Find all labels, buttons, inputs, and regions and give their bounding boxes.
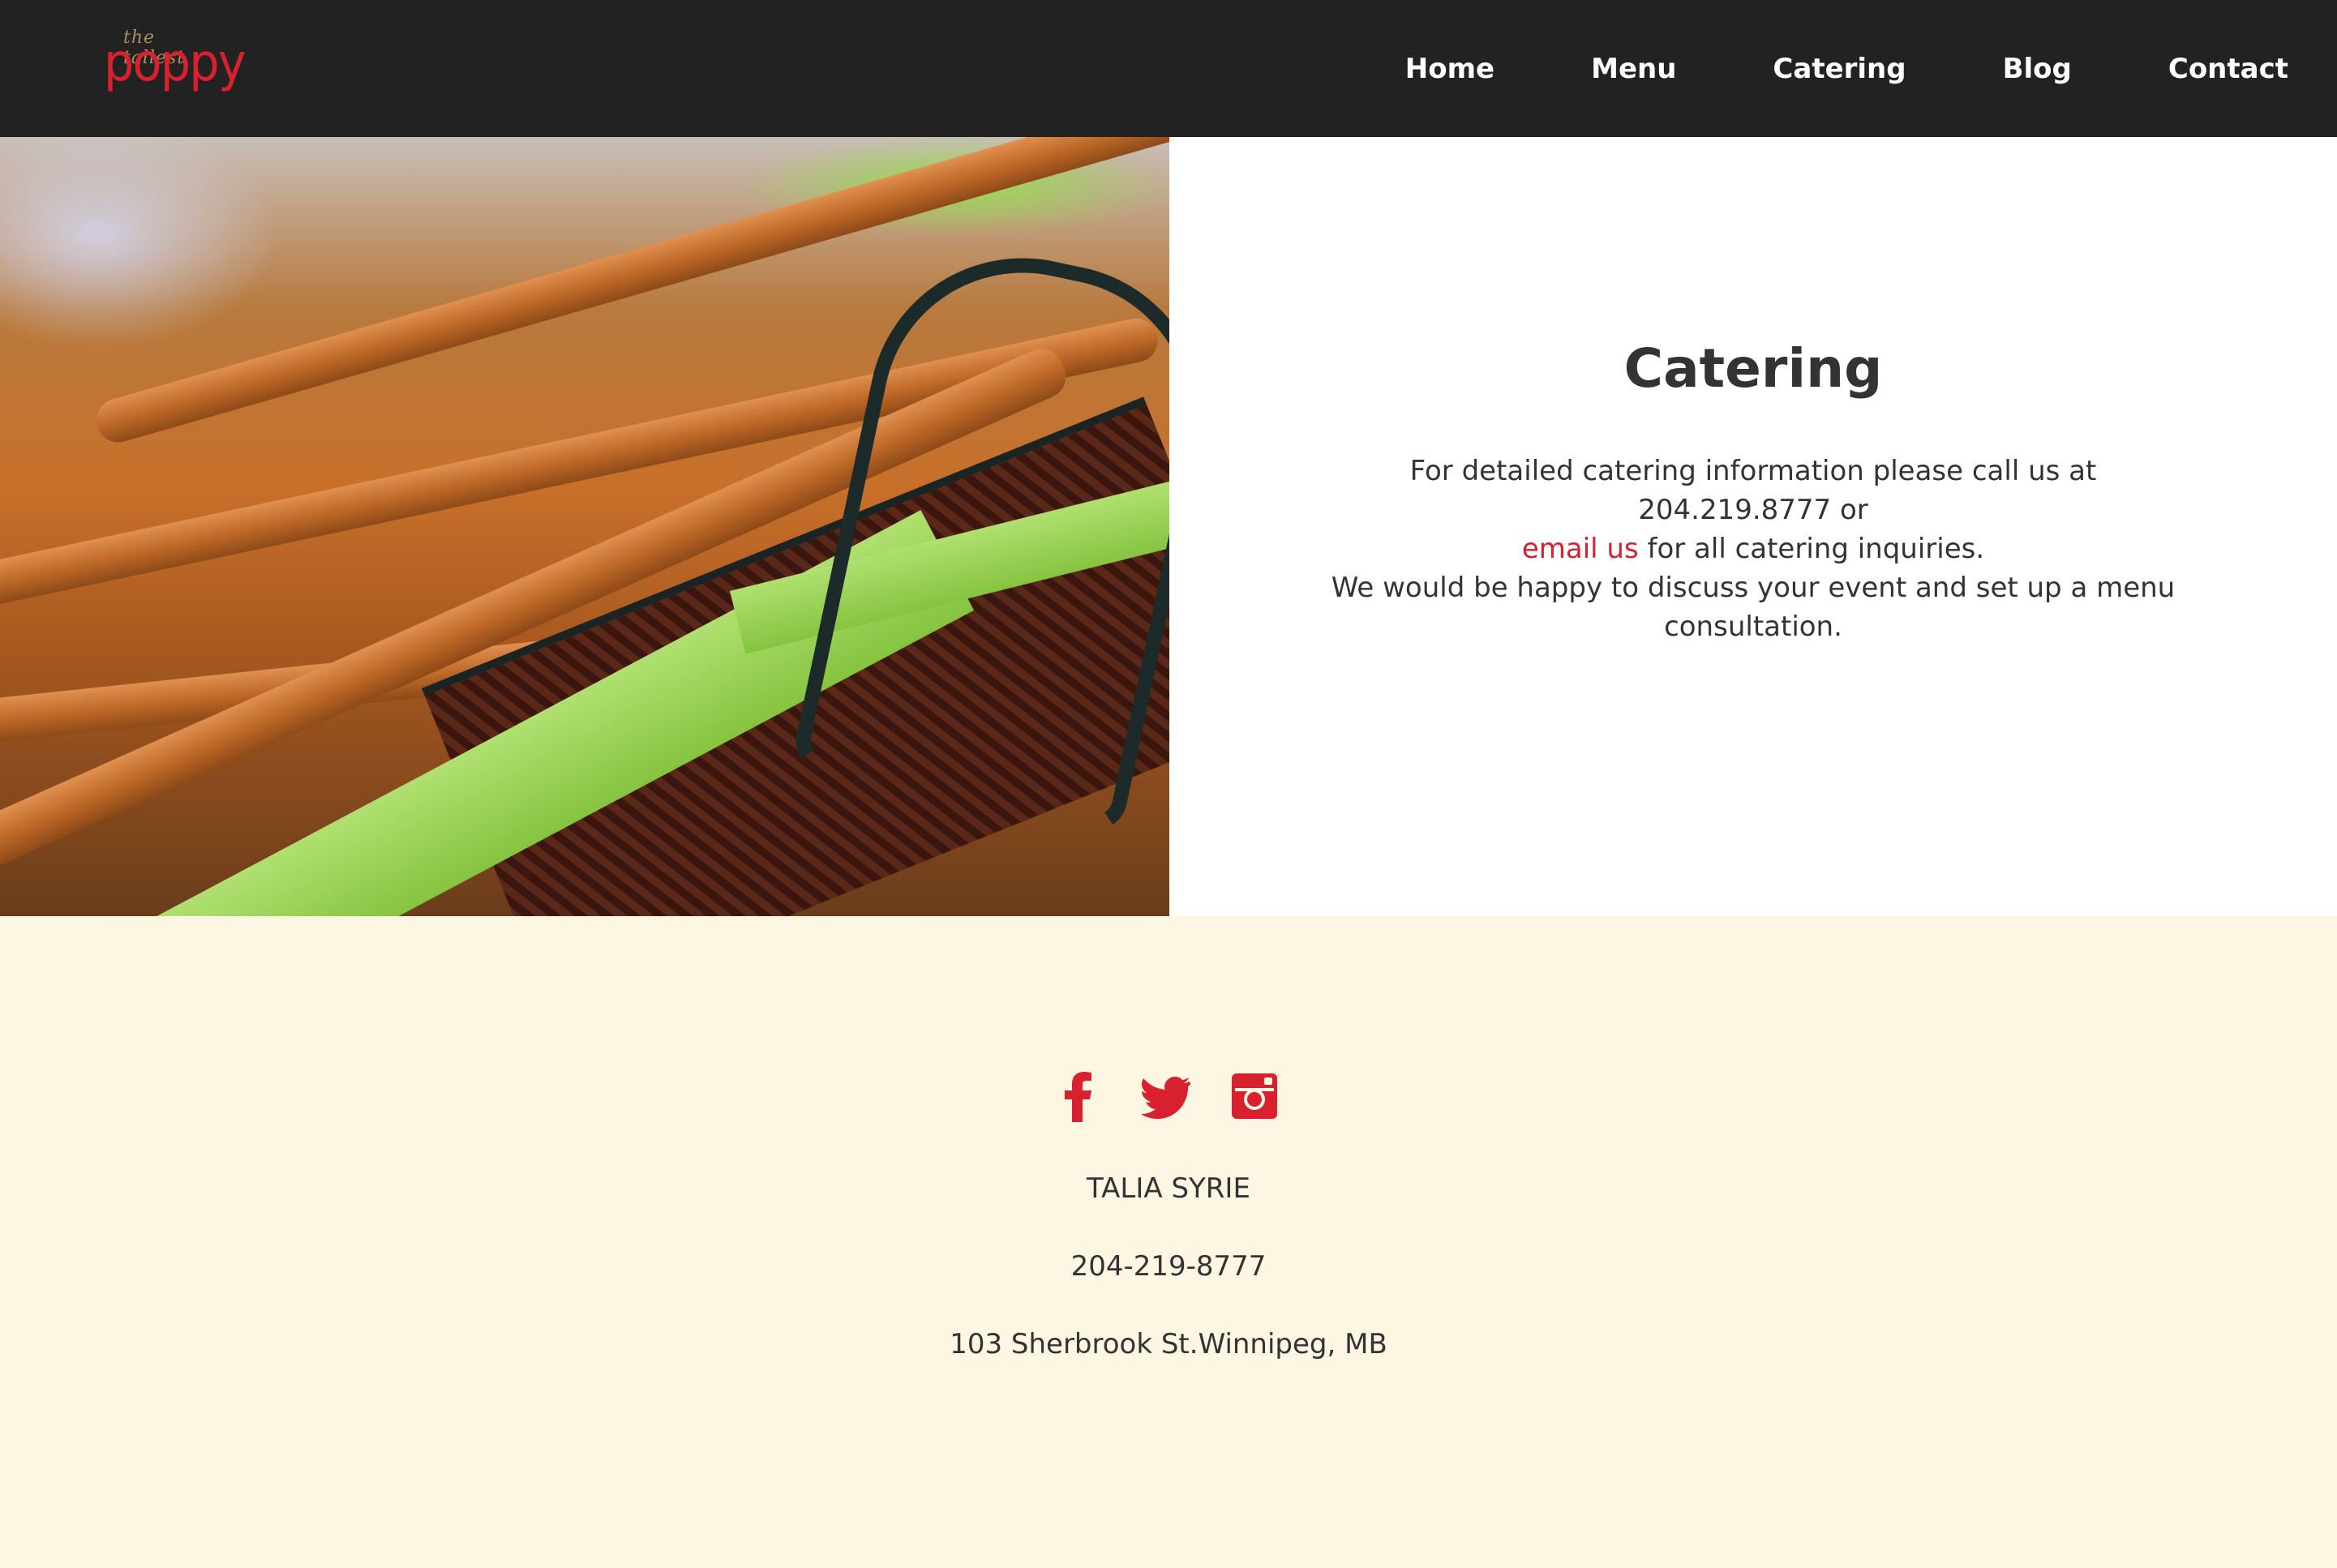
nav-catering[interactable]: Catering xyxy=(1773,53,1906,85)
nav-contact[interactable]: Contact xyxy=(2168,53,2288,85)
basket-handle xyxy=(790,229,1169,836)
instagram-icon[interactable] xyxy=(1229,1070,1280,1122)
site-footer: TALIA SYRIE 204-219-8777 103 Sherbrook S… xyxy=(0,916,2337,1568)
facebook-icon[interactable] xyxy=(1057,1070,1102,1122)
logo[interactable]: the tallest poppy xyxy=(104,28,247,105)
catering-text-1: For detailed catering information please… xyxy=(1409,455,2097,526)
site-header: the tallest poppy Home Menu Catering Blo… xyxy=(0,0,2337,137)
catering-section: Catering For detailed catering informati… xyxy=(1169,137,2337,916)
page-title: Catering xyxy=(1623,337,1883,400)
nav-blog[interactable]: Blog xyxy=(2003,53,2072,85)
email-us-link[interactable]: email us xyxy=(1522,533,1639,565)
nav-menu[interactable]: Menu xyxy=(1591,53,1676,85)
owner-name: TALIA SYRIE xyxy=(1087,1172,1250,1205)
catering-text-2: for all catering inquiries. xyxy=(1638,533,1985,565)
catering-description: For detailed catering information please… xyxy=(1315,452,2191,646)
logo-wordmark: poppy xyxy=(104,33,247,93)
main-nav: Home Menu Catering Blog Contact xyxy=(1309,0,2288,137)
catering-text-3: We would be happy to discuss your event … xyxy=(1331,572,2176,643)
nav-home[interactable]: Home xyxy=(1405,53,1494,85)
address: 103 Sherbrook St.Winnipeg, MB xyxy=(950,1328,1387,1360)
phone-number: 204-219-8777 xyxy=(1070,1250,1267,1283)
social-links xyxy=(0,1070,2337,1122)
breadsticks-basket-image xyxy=(0,137,1169,916)
twitter-icon[interactable] xyxy=(1139,1070,1191,1122)
